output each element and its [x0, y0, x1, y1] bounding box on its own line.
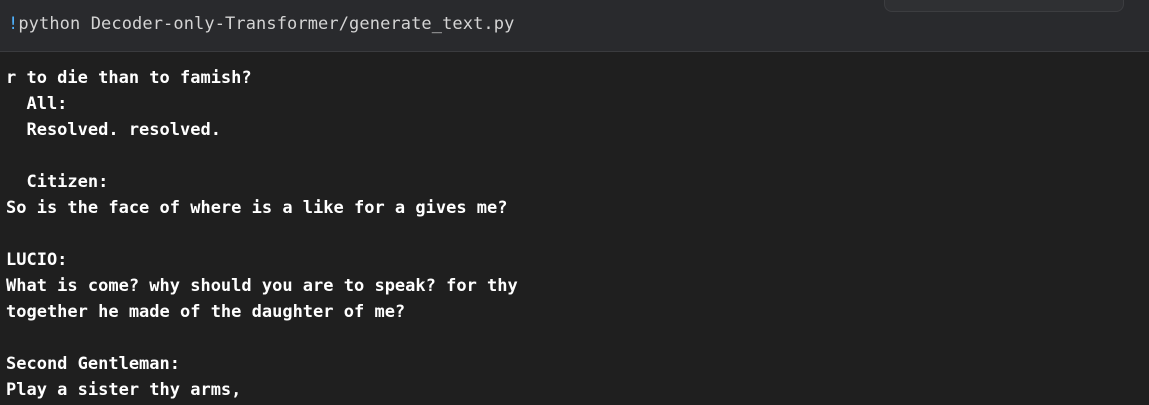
cell-output: r to die than to famish? All: Resolved. … — [6, 65, 518, 403]
output-line: Resolved. resolved. — [6, 120, 221, 140]
shell-bang: ! — [8, 14, 19, 34]
output-line: Citizen: — [6, 172, 109, 192]
command-text: python Decoder-only-Transformer/generate… — [18, 14, 515, 34]
output-line: What is come? why should you are to spea… — [6, 276, 518, 296]
output-line: LUCIO: — [6, 250, 68, 270]
output-line: Play a sister thy arms, — [6, 380, 242, 400]
code-cell[interactable]: !python Decoder-only-Transformer/generat… — [0, 0, 1149, 52]
cell-toolbar[interactable] — [884, 0, 1124, 12]
output-line: Second Gentleman: — [6, 354, 180, 374]
output-line: r to die than to famish? — [6, 68, 252, 88]
code-line[interactable]: !python Decoder-only-Transformer/generat… — [8, 13, 514, 35]
output-line: All: — [6, 94, 68, 114]
output-line: So is the face of where is a like for a … — [6, 198, 508, 218]
output-line: together he made of the daughter of me? — [6, 302, 406, 322]
